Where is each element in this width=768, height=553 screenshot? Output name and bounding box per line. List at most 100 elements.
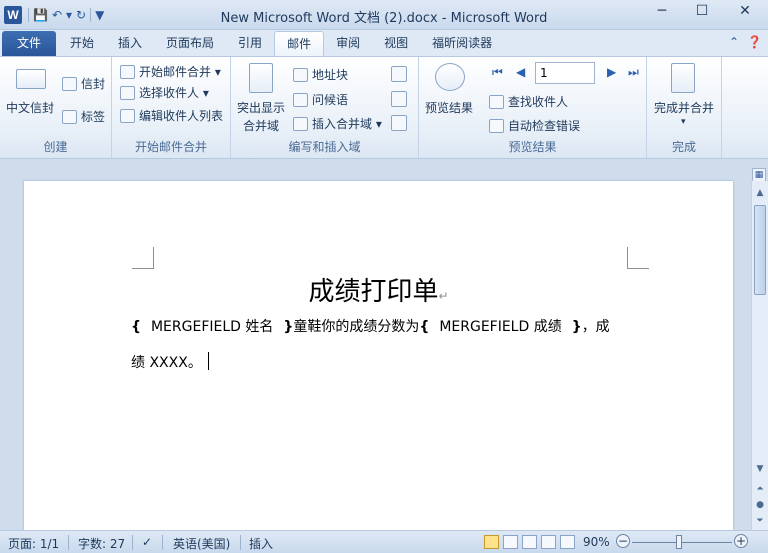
match-fields-icon[interactable] <box>391 91 407 107</box>
paragraph-mark-icon: ↵ <box>438 289 449 303</box>
envelope-button[interactable]: 信封 <box>62 75 105 92</box>
document-line-1[interactable]: {MERGEFIELD 姓名}童鞋你的成绩分数为{MERGEFIELD 成绩}，… <box>131 316 610 336</box>
group-label-start-merge: 开始邮件合并 <box>134 140 207 154</box>
next-page-icon[interactable]: ⏷ <box>752 513 768 529</box>
ribbon-mailings: 中文信封 信封 标签 创建 开始邮件合并 ▾ 选择收件人 ▾ 编辑收件人列表 开… <box>0 56 768 159</box>
check-errors-icon <box>489 119 504 133</box>
last-record-icon[interactable]: ⏭ <box>628 65 639 80</box>
field-brace-open: { <box>131 319 141 335</box>
word-count[interactable]: 字数: 27 <box>78 535 125 552</box>
insert-merge-field-button[interactable]: 插入合并域 ▾ <box>293 115 382 132</box>
margin-corner-top-left <box>132 247 154 269</box>
close-button[interactable]: ✕ <box>722 0 768 22</box>
insert-mode-indicator[interactable]: 插入 <box>249 535 273 552</box>
merge-field-name[interactable]: MERGEFIELD 姓名 <box>151 319 273 335</box>
merge-field-score[interactable]: MERGEFIELD 成绩 <box>439 319 561 335</box>
chinese-envelope-button[interactable]: 中文信封 <box>6 99 54 116</box>
envelope-label: 信封 <box>81 77 106 91</box>
auto-check-errors-button[interactable]: 自动检查错误 <box>489 117 580 134</box>
rules-icon[interactable] <box>391 66 407 82</box>
help-icon[interactable]: ❓ <box>747 35 762 49</box>
tab-review[interactable]: 审阅 <box>324 31 372 56</box>
zoom-out-button[interactable]: − <box>616 534 630 548</box>
chevron-down-icon: ▾ <box>202 86 209 100</box>
update-labels-icon[interactable] <box>391 115 407 131</box>
labels-button[interactable]: 标签 <box>62 108 105 125</box>
recipients-icon <box>120 86 135 100</box>
tab-page-layout[interactable]: 页面布局 <box>154 31 226 56</box>
minimize-button[interactable]: ─ <box>642 0 682 22</box>
draft-view-icon[interactable] <box>560 535 575 549</box>
group-finish: 完成并合并 ▾ 完成 <box>647 57 722 158</box>
document-title[interactable]: 成绩打印单↵ <box>24 271 733 308</box>
find-recipient-button[interactable]: 查找收件人 <box>489 93 568 110</box>
preview-results-button[interactable]: 预览结果 <box>425 99 473 116</box>
envelope-icon <box>62 77 77 91</box>
record-number-input[interactable]: 1 <box>535 62 595 84</box>
maximize-button[interactable]: ☐ <box>682 0 722 22</box>
tab-view[interactable]: 视图 <box>372 31 420 56</box>
web-layout-view-icon[interactable] <box>522 535 537 549</box>
tab-references[interactable]: 引用 <box>226 31 274 56</box>
tab-mailings[interactable]: 邮件 <box>274 31 325 56</box>
address-block-button[interactable]: 地址块 <box>293 66 348 83</box>
previous-page-icon[interactable]: ⏶ <box>752 481 768 497</box>
status-separator <box>132 535 133 550</box>
language-indicator[interactable]: 英语(美国) <box>173 535 230 552</box>
highlight-merge-fields-line2[interactable]: 合并域 <box>243 117 279 134</box>
scroll-down-icon[interactable]: ▼ <box>752 461 768 477</box>
first-record-icon[interactable]: ⏮ <box>492 65 503 80</box>
greeting-line-button[interactable]: 问候语 <box>293 91 348 108</box>
edit-recipient-list-button[interactable]: 编辑收件人列表 <box>120 107 223 124</box>
document-title-text: 成绩打印单 <box>308 277 439 307</box>
ruler-toggle-icon[interactable]: ▦ <box>752 168 766 182</box>
select-recipients-button[interactable]: 选择收件人 ▾ <box>120 84 209 101</box>
group-write-insert: 突出显示 合并域 地址块 问候语 插入合并域 ▾ 编写和插入域 <box>231 57 419 158</box>
page-count[interactable]: 页面: 1/1 <box>8 535 59 552</box>
previous-record-icon[interactable]: ◀ <box>516 65 525 79</box>
window-controls: ─ ☐ ✕ <box>642 0 768 22</box>
start-merge-label: 开始邮件合并 <box>139 65 212 79</box>
find-recipient-label: 查找收件人 <box>508 95 569 109</box>
next-record-icon[interactable]: ▶ <box>607 65 616 79</box>
tab-insert[interactable]: 插入 <box>106 31 154 56</box>
tab-file[interactable]: 文件 <box>2 31 56 56</box>
labels-label: 标签 <box>81 110 106 124</box>
status-bar: 页面: 1/1 字数: 27 ✓ 英语(美国) 插入 90% − + <box>0 530 768 553</box>
auto-check-label: 自动检查错误 <box>508 119 581 133</box>
vertical-scrollbar[interactable]: ▲ ▼ ⏶ ● ⏷ <box>751 181 768 530</box>
proofing-icon[interactable]: ✓ <box>142 535 152 549</box>
find-icon <box>489 95 504 109</box>
status-separator <box>240 535 241 550</box>
zoom-slider-thumb[interactable] <box>676 535 682 549</box>
document-page[interactable]: 成绩打印单↵ {MERGEFIELD 姓名}童鞋你的成绩分数为{MERGEFIE… <box>24 181 733 530</box>
browse-object-icon[interactable]: ● <box>752 497 768 513</box>
group-label-preview: 预览结果 <box>508 140 557 154</box>
outline-view-icon[interactable] <box>541 535 556 549</box>
chevron-down-icon[interactable]: ▾ <box>681 117 686 127</box>
highlight-merge-fields-line1[interactable]: 突出显示 <box>237 99 285 116</box>
tab-list: 开始 插入 页面布局 引用 邮件 审阅 视图 福昕阅读器 <box>58 31 504 56</box>
print-layout-view-icon[interactable] <box>484 535 499 549</box>
address-block-label: 地址块 <box>312 68 349 82</box>
finish-and-merge-button[interactable]: 完成并合并 <box>654 99 714 116</box>
start-mail-merge-button[interactable]: 开始邮件合并 ▾ <box>120 63 221 80</box>
group-start-merge: 开始邮件合并 ▾ 选择收件人 ▾ 编辑收件人列表 开始邮件合并 <box>112 57 231 158</box>
scrollbar-thumb[interactable] <box>754 205 766 295</box>
ribbon-tabs: 文件 开始 插入 页面布局 引用 邮件 审阅 视图 福昕阅读器 ⌃ ❓ <box>0 30 768 56</box>
tab-home[interactable]: 开始 <box>58 31 106 56</box>
tab-foxit-reader[interactable]: 福昕阅读器 <box>420 31 504 56</box>
label-icon <box>62 110 77 124</box>
scroll-up-icon[interactable]: ▲ <box>752 185 768 201</box>
document-line-2[interactable]: 绩 XXXX。 <box>131 352 209 372</box>
zoom-slider-track[interactable] <box>632 542 732 543</box>
minimize-ribbon-icon[interactable]: ⌃ <box>729 35 739 49</box>
zoom-level[interactable]: 90% <box>583 535 610 549</box>
field-brace-close: } <box>283 319 294 335</box>
field-brace-open: { <box>419 319 430 335</box>
zoom-in-button[interactable]: + <box>734 534 748 548</box>
full-screen-reading-view-icon[interactable] <box>503 535 518 549</box>
select-recipients-label: 选择收件人 <box>139 86 200 100</box>
field-brace-close: } <box>571 319 582 335</box>
preview-results-icon <box>435 63 465 91</box>
